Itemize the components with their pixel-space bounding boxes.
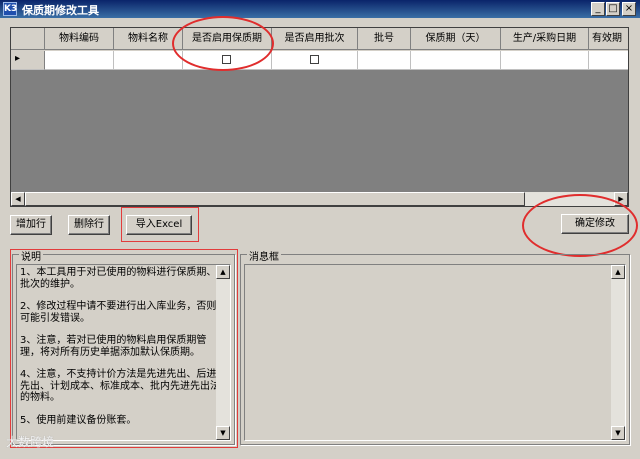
annotation-box: [10, 249, 238, 448]
watermark: 大数跨境: [6, 435, 55, 449]
cell-expiry-date[interactable]: [589, 51, 628, 70]
scroll-left-icon[interactable]: ◀: [11, 192, 25, 206]
column-header[interactable]: 生产/采购日期: [501, 28, 589, 50]
data-grid[interactable]: 物料编码 物料名称 是否启用保质期 是否启用批次 批号 保质期（天） 生产/采购…: [10, 27, 629, 207]
message-group: 消息框 ▲ ▼: [240, 248, 630, 445]
column-header[interactable]: 是否启用批次: [272, 28, 358, 50]
column-header[interactable]: 有效期: [589, 28, 628, 50]
table-row[interactable]: ▸: [11, 51, 628, 70]
cell-batch-no[interactable]: [358, 51, 411, 70]
cell-shelf-life-days[interactable]: [411, 51, 501, 70]
column-header[interactable]: 保质期（天）: [411, 28, 501, 50]
cell-material-code[interactable]: [45, 51, 114, 70]
minimize-button[interactable]: _: [591, 2, 605, 16]
row-pointer-icon: ▸: [15, 53, 21, 64]
scroll-down-icon[interactable]: ▼: [611, 426, 625, 440]
annotation-ellipse: [172, 16, 274, 71]
app-icon: K3: [3, 2, 18, 16]
annotation-box: [121, 207, 199, 242]
add-row-button[interactable]: 增加行: [10, 215, 52, 235]
message-textarea[interactable]: ▲ ▼: [244, 264, 626, 441]
cell-material-name[interactable]: [114, 51, 183, 70]
scroll-thumb[interactable]: [25, 192, 525, 206]
cell-batch-enabled[interactable]: [272, 51, 358, 70]
window-title: 保质期修改工具: [22, 4, 99, 17]
header-corner: [11, 28, 45, 50]
grid-header: 物料编码 物料名称 是否启用保质期 是否启用批次 批号 保质期（天） 生产/采购…: [11, 28, 628, 51]
close-button[interactable]: ×: [622, 2, 636, 16]
maximize-button[interactable]: □: [606, 2, 620, 16]
scroll-up-icon[interactable]: ▲: [611, 265, 625, 279]
row-selector[interactable]: ▸: [11, 51, 45, 70]
column-header[interactable]: 批号: [358, 28, 411, 50]
delete-row-button[interactable]: 删除行: [68, 215, 110, 235]
annotation-ellipse: [522, 194, 638, 257]
cell-production-date[interactable]: [501, 51, 589, 70]
title-bar: K3 保质期修改工具 _ □ ×: [0, 0, 640, 18]
batch-checkbox[interactable]: [309, 55, 319, 64]
message-label: 消息框: [247, 248, 281, 263]
column-header[interactable]: 物料编码: [45, 28, 114, 50]
vertical-scrollbar[interactable]: ▲ ▼: [611, 265, 625, 440]
